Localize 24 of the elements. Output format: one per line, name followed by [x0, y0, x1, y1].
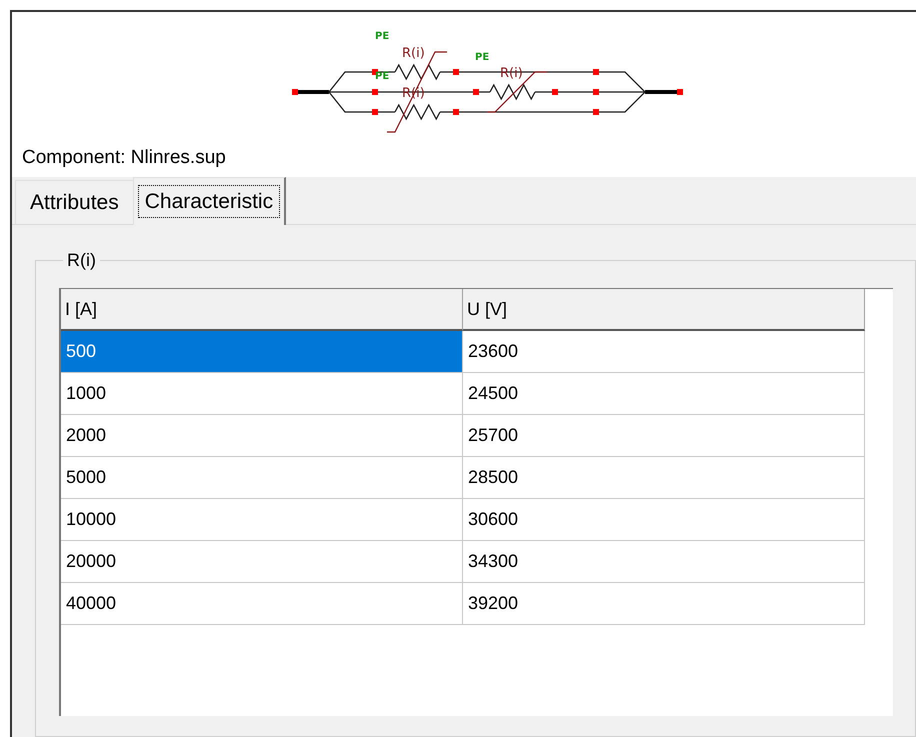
- table-cell[interactable]: 20000: [61, 541, 463, 583]
- table-cell[interactable]: 28500: [463, 457, 865, 499]
- table-cell[interactable]: 40000: [61, 583, 463, 625]
- pe-label: PE: [375, 31, 390, 42]
- column-header[interactable]: U [V]: [463, 289, 865, 331]
- table-cell[interactable]: 34300: [463, 541, 865, 583]
- table-cell[interactable]: 30600: [463, 499, 865, 541]
- tab[interactable]: Attributes: [15, 180, 133, 224]
- column-header[interactable]: I [A]: [61, 289, 463, 331]
- pe-label: PE: [475, 52, 490, 63]
- pe-label: PE: [375, 71, 390, 82]
- component-label: Component: Nlinres.sup: [22, 146, 226, 170]
- group-title: R(i): [66, 249, 97, 272]
- table-cell[interactable]: 500: [61, 331, 463, 373]
- table-cell[interactable]: 23600: [463, 331, 865, 373]
- tab[interactable]: Characteristic: [132, 177, 286, 225]
- table-cell[interactable]: 5000: [61, 457, 463, 499]
- table-cell[interactable]: 39200: [463, 583, 865, 625]
- table-cell[interactable]: 2000: [61, 415, 463, 457]
- table-cell[interactable]: 10000: [61, 499, 463, 541]
- table-cell[interactable]: 24500: [463, 373, 865, 415]
- resistor-label: R(i): [402, 46, 425, 61]
- table-cell[interactable]: 1000: [61, 373, 463, 415]
- table-cell[interactable]: 25700: [463, 415, 865, 457]
